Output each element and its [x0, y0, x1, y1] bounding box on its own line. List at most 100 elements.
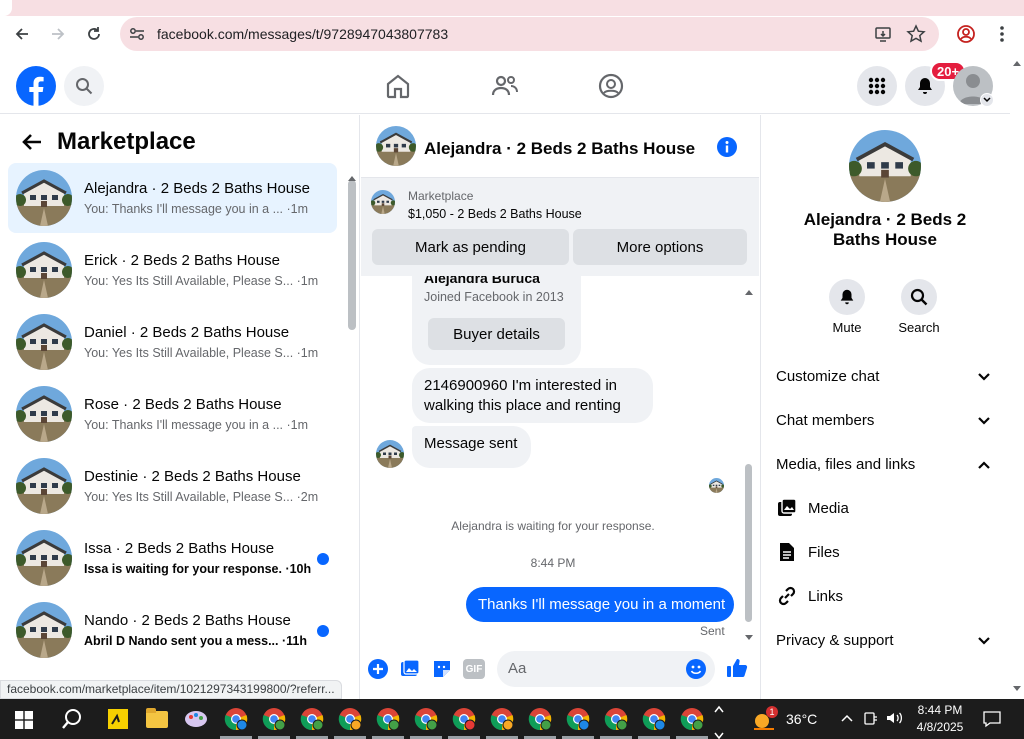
message-input[interactable]: Aa	[497, 651, 715, 687]
notification-center-icon[interactable]	[983, 710, 1001, 733]
left-scrollbar[interactable]	[348, 180, 356, 330]
chat-title[interactable]: Alejandra · 2 Beds 2 Baths House	[424, 139, 695, 159]
mark-pending-button[interactable]: Mark as pending	[372, 229, 569, 265]
info-icon[interactable]	[717, 137, 737, 162]
chevron-up-icon[interactable]	[977, 458, 991, 472]
customize-chat-row[interactable]: Customize chat	[776, 368, 879, 385]
conversation-name: Erick · 2 Beds 2 Baths House	[84, 252, 280, 269]
chrome-window-icon[interactable]	[642, 707, 666, 731]
system-tray-chevron-icon[interactable]	[840, 711, 854, 730]
browser-menu-icon[interactable]	[994, 24, 1010, 49]
links-row[interactable]: Links	[808, 588, 843, 605]
network-icon[interactable]	[863, 710, 879, 731]
chrome-window-icon[interactable]	[224, 707, 248, 731]
groups-icon[interactable]	[597, 72, 625, 105]
message-text: Message sent	[424, 435, 518, 452]
bookmark-star-icon[interactable]	[906, 24, 926, 49]
buyer-details-button[interactable]: Buyer details	[428, 318, 565, 350]
taskbar-search-icon[interactable]	[61, 708, 83, 735]
page-scrollbar[interactable]	[1010, 56, 1024, 699]
page-scroll-up-icon[interactable]	[1013, 60, 1021, 66]
conversation-name: Daniel · 2 Beds 2 Baths House	[84, 324, 290, 341]
chat-scroll-down-icon[interactable]	[745, 628, 753, 646]
files-row[interactable]: Files	[808, 544, 840, 561]
status-bar-url: facebook.com/marketplace/item/1021297343…	[0, 680, 342, 699]
search-chat-icon[interactable]	[901, 279, 937, 315]
chrome-window-icon[interactable]	[490, 707, 514, 731]
url-text[interactable]: facebook.com/messages/t/9728947043807783	[157, 26, 448, 42]
chat-avatar[interactable]	[376, 126, 416, 166]
listing-title[interactable]: $1,050 - 2 Beds 2 Baths House	[408, 207, 582, 221]
conversation-item[interactable]: Erick · 2 Beds 2 Baths House You: Yes Its…	[8, 235, 337, 305]
chat-members-row[interactable]: Chat members	[776, 412, 874, 429]
mute-icon[interactable]	[829, 279, 865, 315]
listing-thumbnail[interactable]	[371, 190, 395, 214]
conversation-item[interactable]: Daniel · 2 Beds 2 Baths House You: Yes It…	[8, 307, 337, 377]
search-icon[interactable]	[64, 66, 104, 106]
chrome-window-icon[interactable]	[338, 707, 362, 731]
tab-strip	[0, 0, 1024, 16]
file-explorer-icon[interactable]	[146, 708, 168, 728]
clock-time[interactable]: 8:44 PM	[908, 703, 972, 717]
left-scroll-up-icon[interactable]	[348, 168, 356, 186]
chat-scrollbar[interactable]	[745, 464, 752, 622]
gif-icon[interactable]: GIF	[463, 659, 485, 679]
facebook-logo-icon[interactable]	[16, 66, 56, 111]
chrome-window-icon[interactable]	[262, 707, 286, 731]
sender-avatar[interactable]	[376, 440, 404, 468]
details-title[interactable]: Alejandra · 2 Beds 2 Baths House	[790, 210, 980, 250]
profile-icon[interactable]	[956, 24, 976, 49]
chrome-window-icon[interactable]	[376, 707, 400, 731]
chrome-window-icon[interactable]	[414, 707, 438, 731]
clock-date[interactable]: 4/8/2025	[908, 720, 972, 734]
plus-icon[interactable]	[368, 659, 388, 684]
volume-icon[interactable]	[885, 710, 903, 731]
chevron-down-icon[interactable]	[977, 414, 991, 428]
media-row[interactable]: Media	[808, 500, 849, 517]
account-chevron-icon[interactable]	[980, 93, 994, 107]
conversation-name: Alejandra · 2 Beds 2 Baths House	[84, 180, 310, 197]
conversation-item[interactable]: Alejandra · 2 Beds 2 Baths House You: Tha…	[8, 163, 337, 233]
chrome-window-icon[interactable]	[604, 707, 628, 731]
photo-icon[interactable]	[400, 659, 420, 684]
chat-scroll-up-icon[interactable]	[745, 282, 753, 300]
chevron-down-icon[interactable]	[977, 634, 991, 648]
site-info-icon[interactable]	[128, 25, 146, 48]
taskbar-overflow-up-icon[interactable]	[714, 700, 724, 718]
windows-start-icon[interactable]	[15, 711, 33, 734]
chrome-window-icon[interactable]	[566, 707, 590, 731]
reload-icon[interactable]	[80, 20, 108, 48]
conversation-item[interactable]: Issa · 2 Beds 2 Baths House Issa is waiti…	[8, 523, 337, 593]
privacy-support-row[interactable]: Privacy & support	[776, 632, 894, 649]
back-icon[interactable]	[8, 20, 36, 48]
like-thumb-icon[interactable]	[726, 657, 748, 684]
sticky-notes-icon[interactable]	[108, 709, 128, 729]
paint-icon[interactable]	[184, 709, 208, 734]
chrome-window-icon[interactable]	[528, 707, 552, 731]
chevron-down-icon[interactable]	[977, 370, 991, 384]
profile-avatar[interactable]	[849, 130, 921, 202]
back-arrow-icon[interactable]	[22, 133, 42, 156]
conversation-item[interactable]: Destinie · 2 Beds 2 Baths House You: Yes …	[8, 451, 337, 521]
install-app-icon[interactable]	[874, 25, 892, 48]
more-options-button[interactable]: More options	[573, 229, 747, 265]
chrome-window-icon[interactable]	[452, 707, 476, 731]
chrome-window-icon[interactable]	[300, 707, 324, 731]
message-bubble-outgoing: Thanks I'll message you in a moment	[466, 587, 734, 622]
forward-icon[interactable]	[44, 20, 72, 48]
conversation-item[interactable]: Rose · 2 Beds 2 Baths House You: Thanks I…	[8, 379, 337, 449]
sticker-icon[interactable]	[432, 659, 452, 684]
chat-header: Alejandra · 2 Beds 2 Baths House	[361, 115, 759, 178]
friends-icon[interactable]	[491, 72, 519, 105]
page-scroll-down-icon[interactable]	[1013, 686, 1021, 692]
weather-temp[interactable]: 36°C	[786, 711, 817, 727]
chrome-window-icon[interactable]	[680, 707, 704, 731]
mute-label[interactable]: Mute	[829, 320, 865, 335]
menu-grid-icon[interactable]	[857, 66, 897, 106]
conversation-item[interactable]: Nando · 2 Beds 2 Baths House Abril D Nand…	[8, 595, 337, 665]
home-icon[interactable]	[384, 72, 412, 105]
taskbar-overflow-down-icon[interactable]	[714, 727, 724, 739]
media-files-links-row[interactable]: Media, files and links	[776, 456, 915, 473]
emoji-icon[interactable]	[686, 659, 706, 684]
search-label[interactable]: Search	[893, 320, 945, 335]
